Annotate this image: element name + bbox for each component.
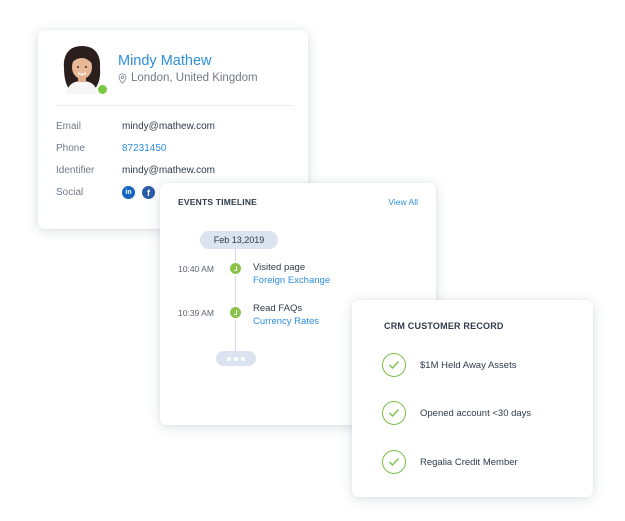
event-target-link[interactable]: Foreign Exchange <box>253 275 330 286</box>
event-time: 10:39 AM <box>178 308 214 318</box>
crm-record-title: CRM CUSTOMER RECORD <box>384 321 504 331</box>
email-value: mindy@mathew.com <box>122 121 215 132</box>
events-timeline-title: EVENTS TIMELINE <box>178 197 258 207</box>
crm-record-item: $1M Held Away Assets <box>382 353 516 377</box>
check-circle-icon <box>382 353 406 377</box>
identifier-value: mindy@mathew.com <box>122 165 215 176</box>
social-links: in f <box>122 186 162 199</box>
crm-item-label: $1M Held Away Assets <box>420 359 517 371</box>
event-target-link[interactable]: Currency Rates <box>253 316 319 327</box>
ellipsis-dot <box>234 356 238 361</box>
crm-item-label: Opened account <30 days <box>420 407 532 419</box>
ellipsis-dot <box>227 356 231 361</box>
view-all-link[interactable]: View All <box>388 197 418 207</box>
event-check-icon <box>230 263 241 274</box>
contact-name[interactable]: Mindy Mathew <box>118 53 211 69</box>
ellipsis-dot <box>241 356 245 361</box>
linkedin-icon[interactable]: in <box>122 186 135 199</box>
event-check-icon <box>230 307 241 318</box>
email-label: Email <box>56 121 82 132</box>
event-action: Visited page <box>253 262 306 273</box>
event-time: 10:40 AM <box>178 264 214 274</box>
check-circle-icon <box>382 401 406 425</box>
event-action: Read FAQs <box>253 303 303 314</box>
crm-record-item: Opened account <30 days <box>382 401 531 425</box>
location-pin-icon <box>118 72 127 84</box>
more-events-button[interactable] <box>216 351 256 366</box>
online-status-dot <box>96 83 109 96</box>
facebook-icon[interactable]: f <box>142 186 155 199</box>
social-label: Social <box>56 187 84 198</box>
check-circle-icon <box>382 450 406 474</box>
date-pill: Feb 13,2019 <box>200 231 278 249</box>
contact-location: London, United Kingdom <box>118 72 258 84</box>
crm-item-label: Regalia Credit Member <box>420 456 518 468</box>
location-text: London, United Kingdom <box>131 72 258 84</box>
phone-link[interactable]: 87231450 <box>122 143 167 154</box>
identifier-label: Identifier <box>56 165 95 176</box>
phone-label: Phone <box>56 143 85 154</box>
divider <box>56 105 294 106</box>
timeline-line <box>235 241 236 355</box>
crm-record-item: Regalia Credit Member <box>382 450 518 474</box>
crm-record-card: CRM CUSTOMER RECORD $1M Held Away Assets… <box>352 300 593 497</box>
